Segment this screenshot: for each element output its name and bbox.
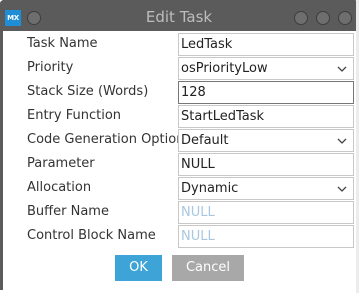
stack-size-value: 128 [181,85,206,100]
stack-size-input[interactable]: 128 [178,81,354,104]
allocation-select[interactable]: Dynamic [178,177,354,200]
entry-function-value: StartLedTask [181,109,265,124]
control-block-name-placeholder: NULL [181,229,215,244]
chevron-down-icon [337,66,347,72]
code-generation-option-label: Code Generation Option [27,132,185,147]
form-row-stack-size: Stack Size (Words) 128 [3,81,356,105]
priority-value: osPriorityLow [181,61,268,76]
form-row-control-block-name: Control Block Name NULL [3,225,356,249]
code-generation-option-value: Default [181,133,229,148]
form-row-task-name: Task Name LedTask [3,33,356,57]
maximize-button[interactable] [316,11,330,25]
task-form: Task Name LedTask Priority osPriorityLow… [3,31,356,290]
close-button[interactable] [338,11,352,25]
control-block-name-label: Control Block Name [27,228,156,243]
allocation-value: Dynamic [181,181,239,196]
chevron-down-icon [337,138,347,144]
ok-button[interactable]: OK [115,255,162,281]
parameter-label: Parameter [27,156,95,171]
buffer-name-placeholder: NULL [181,205,215,220]
form-row-allocation: Allocation Dynamic [3,177,356,201]
form-row-parameter: Parameter NULL [3,153,356,177]
task-name-input[interactable]: LedTask [178,33,354,56]
minimize-button[interactable] [294,11,308,25]
stack-size-label: Stack Size (Words) [27,84,149,99]
task-name-label: Task Name [27,36,98,51]
entry-function-input[interactable]: StartLedTask [178,105,354,128]
parameter-input[interactable]: NULL [178,153,354,176]
edit-task-dialog: MX Edit Task Task Name LedTask Priority … [0,0,358,290]
cancel-button[interactable]: Cancel [172,255,244,281]
priority-select[interactable]: osPriorityLow [178,57,354,80]
form-row-code-generation-option: Code Generation Option Default [3,129,356,153]
priority-label: Priority [27,60,74,75]
chevron-down-icon [337,186,347,192]
control-block-name-input[interactable]: NULL [178,225,354,248]
entry-function-label: Entry Function [27,108,122,123]
form-row-priority: Priority osPriorityLow [3,57,356,81]
buffer-name-input[interactable]: NULL [178,201,354,224]
code-generation-option-select[interactable]: Default [178,129,354,152]
allocation-label: Allocation [27,180,92,195]
task-name-value: LedTask [181,37,233,52]
parameter-value: NULL [181,157,215,172]
form-row-buffer-name: Buffer Name NULL [3,201,356,225]
form-row-entry-function: Entry Function StartLedTask [3,105,356,129]
buffer-name-label: Buffer Name [27,204,109,219]
